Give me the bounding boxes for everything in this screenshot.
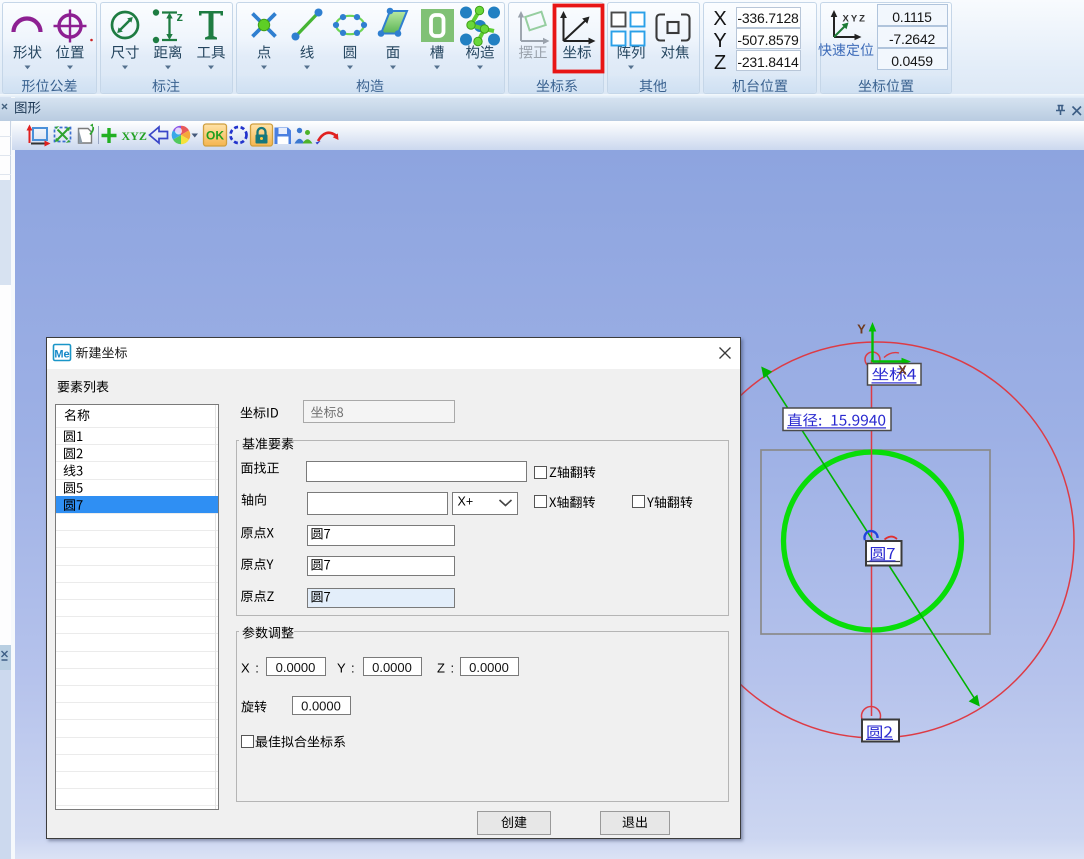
svg-text:Z :: Z : xyxy=(437,661,455,676)
svg-text:0.0000: 0.0000 xyxy=(372,660,412,675)
svg-text:XYZ: XYZ xyxy=(843,14,867,25)
svg-text:0.0000: 0.0000 xyxy=(301,699,341,714)
svg-text:Me: Me xyxy=(54,349,69,361)
svg-text:z: z xyxy=(177,9,184,24)
svg-text:Y :: Y : xyxy=(337,661,356,676)
svg-text:0.0000: 0.0000 xyxy=(469,660,509,675)
svg-text:0.0000: 0.0000 xyxy=(276,660,316,675)
svg-text:X :: X : xyxy=(241,661,260,676)
svg-text:OK: OK xyxy=(206,129,224,143)
svg-text:X+: X+ xyxy=(458,495,474,509)
svg-text:XYZ: XYZ xyxy=(122,129,147,143)
